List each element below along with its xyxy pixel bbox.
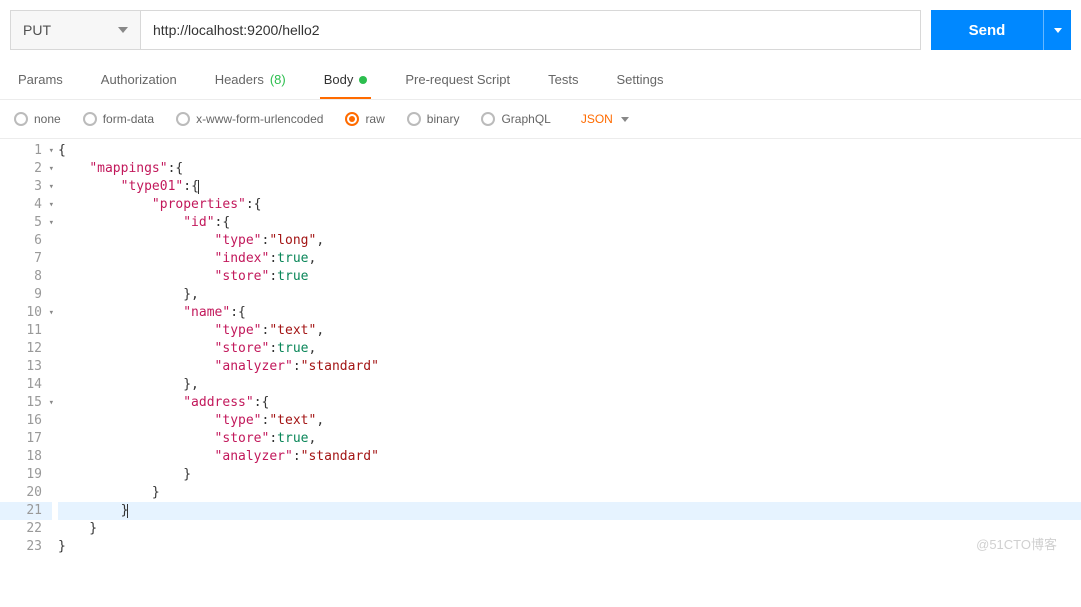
code-line[interactable]: "type":"long", (58, 232, 1081, 250)
code-line[interactable]: "index":true, (58, 250, 1081, 268)
send-dropdown-toggle[interactable] (1043, 10, 1071, 50)
code-line[interactable]: "analyzer":"standard" (58, 448, 1081, 466)
modified-dot-icon (359, 76, 367, 84)
tab-body[interactable]: Body (320, 62, 372, 99)
code-editor[interactable]: 1234567891011121314151617181920212223 { … (0, 139, 1081, 559)
send-button[interactable]: Send (931, 10, 1043, 50)
code-line[interactable]: "store":true, (58, 340, 1081, 358)
code-line[interactable]: "analyzer":"standard" (58, 358, 1081, 376)
method-label: PUT (23, 22, 51, 38)
code-line[interactable]: } (58, 502, 1081, 520)
code-line[interactable]: "type":"text", (58, 322, 1081, 340)
code-line[interactable]: { (58, 142, 1081, 160)
radio-icon (14, 112, 28, 126)
tab-pre-request-script[interactable]: Pre-request Script (401, 62, 514, 99)
code-line[interactable]: } (58, 538, 1081, 556)
url-input[interactable] (140, 10, 921, 50)
text-cursor (127, 504, 128, 518)
tab-authorization[interactable]: Authorization (97, 62, 181, 99)
code-line[interactable]: } (58, 484, 1081, 502)
tab-params[interactable]: Params (14, 62, 67, 99)
code-line[interactable]: "type01":{ (58, 178, 1081, 196)
request-bar: PUT Send (0, 0, 1081, 60)
body-type-dropdown[interactable]: JSON (581, 112, 629, 126)
code-line[interactable]: }, (58, 286, 1081, 304)
body-radio-form-data[interactable]: form-data (83, 112, 154, 126)
code-line[interactable]: } (58, 520, 1081, 538)
tab-settings[interactable]: Settings (612, 62, 667, 99)
tab-headers[interactable]: Headers(8) (211, 62, 290, 99)
code-line[interactable]: } (58, 466, 1081, 484)
http-method-select[interactable]: PUT (10, 10, 140, 50)
line-gutter: 1234567891011121314151617181920212223 (0, 139, 58, 559)
tab-tests[interactable]: Tests (544, 62, 582, 99)
radio-icon (481, 112, 495, 126)
code-line[interactable]: "store":true, (58, 430, 1081, 448)
radio-icon (407, 112, 421, 126)
code-line[interactable]: "type":"text", (58, 412, 1081, 430)
radio-icon (345, 112, 359, 126)
chevron-down-icon (621, 117, 629, 122)
body-options-row: none form-data x-www-form-urlencoded raw bin… (0, 100, 1081, 139)
body-radio-none[interactable]: none (14, 112, 61, 126)
radio-icon (83, 112, 97, 126)
body-radio-x-www-form-urlencoded[interactable]: x-www-form-urlencoded (176, 112, 323, 126)
code-line[interactable]: "properties":{ (58, 196, 1081, 214)
body-radio-binary[interactable]: binary (407, 112, 460, 126)
code-line[interactable]: "address":{ (58, 394, 1081, 412)
code-content[interactable]: { "mappings":{ "type01":{ "properties":{… (58, 139, 1081, 559)
request-tabs: Params Authorization Headers(8) Body Pre-req… (0, 60, 1081, 100)
body-radio-raw[interactable]: raw (345, 112, 384, 126)
code-line[interactable]: "id":{ (58, 214, 1081, 232)
text-cursor (198, 180, 199, 194)
code-line[interactable]: "mappings":{ (58, 160, 1081, 178)
radio-icon (176, 112, 190, 126)
code-line[interactable]: "name":{ (58, 304, 1081, 322)
code-line[interactable]: }, (58, 376, 1081, 394)
code-line[interactable]: "store":true (58, 268, 1081, 286)
body-radio-graphql[interactable]: GraphQL (481, 112, 550, 126)
